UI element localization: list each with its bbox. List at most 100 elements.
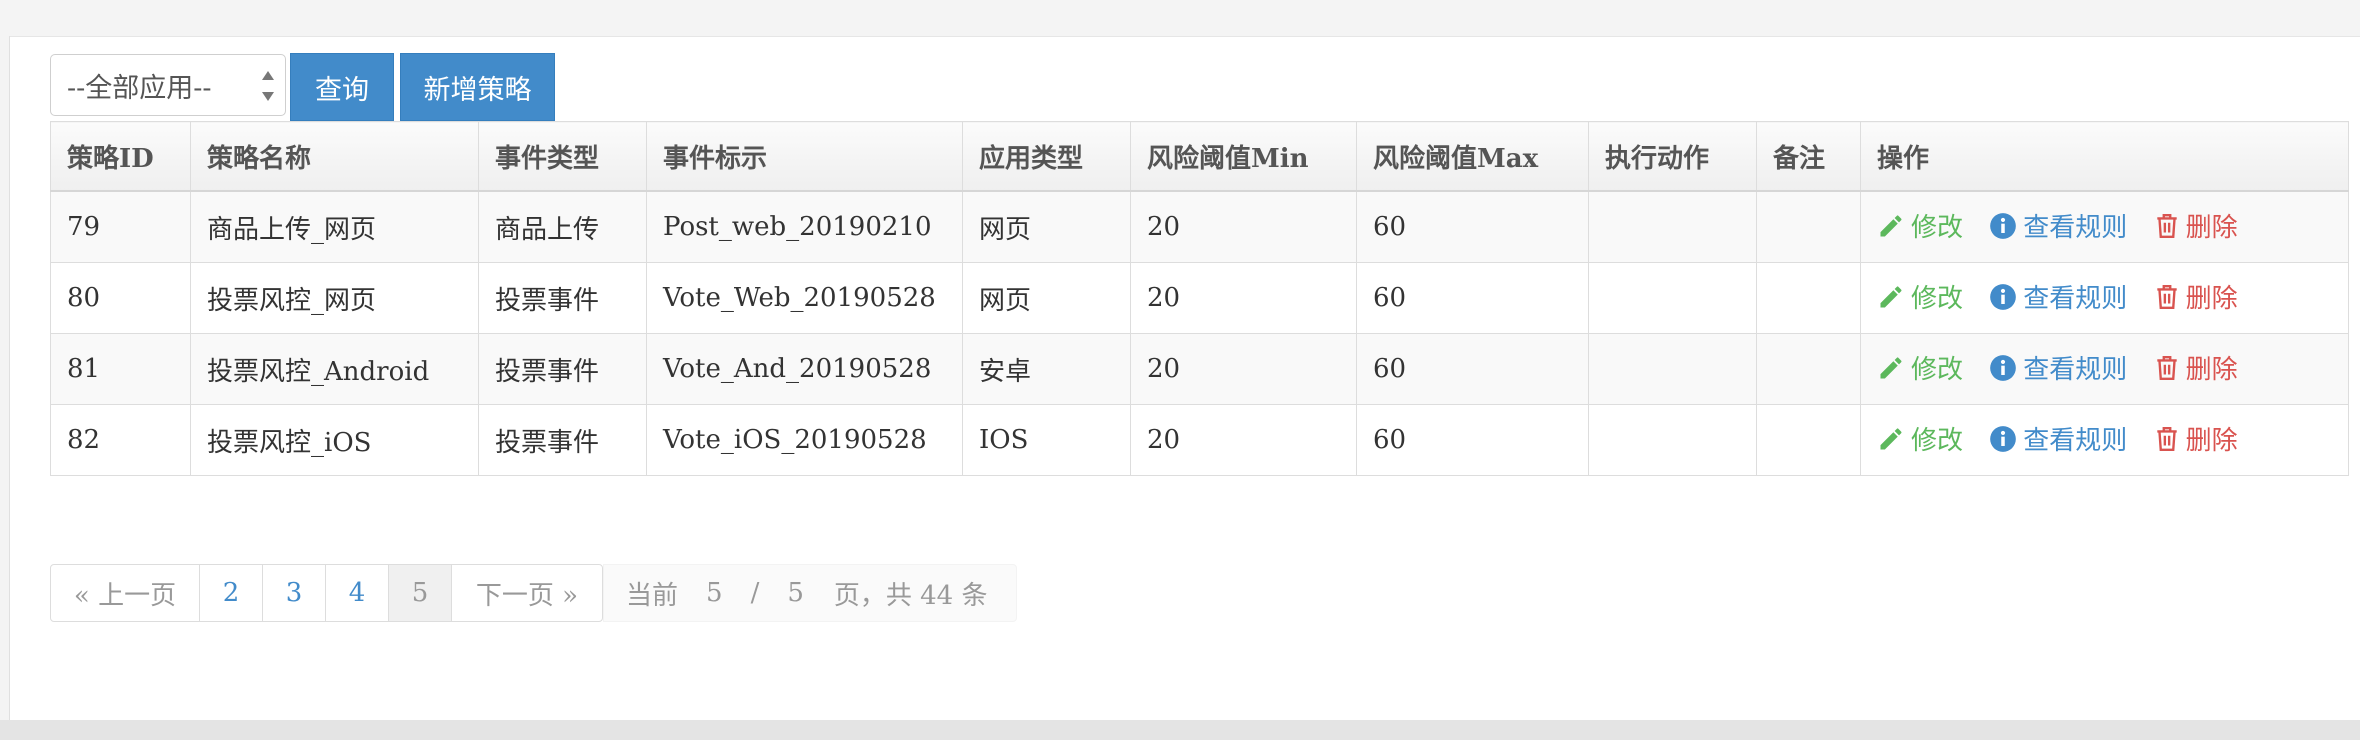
pencil-icon	[1880, 428, 1902, 450]
delete-label: 删除	[2185, 284, 2238, 315]
page-button-2[interactable]: 2	[199, 564, 263, 622]
header-risk-min: 风险阈值Min	[1130, 121, 1357, 192]
edit-link[interactable]: 修改	[1877, 278, 1963, 315]
cell-name: 投票风控_网页	[190, 262, 479, 334]
cell-id: 82	[50, 404, 191, 476]
trash-icon	[2156, 355, 2177, 380]
cell-action	[1588, 262, 1757, 334]
cell-risk-min: 20	[1130, 404, 1357, 476]
cell-event-type: 投票事件	[478, 404, 647, 476]
prev-page-button[interactable]: « 上一页	[50, 564, 200, 622]
cell-app-type: 安卓	[962, 333, 1131, 405]
page-button-3[interactable]: 3	[262, 564, 326, 622]
content-panel: --全部应用-- 查询 新增策略 策略ID 策略名称 事件类型 事件标示 应用类…	[10, 37, 2360, 720]
table-row: 82 投票风控_iOS 投票事件 Vote_iOS_20190528 IOS 2…	[50, 404, 2349, 476]
delete-link[interactable]: 删除	[2154, 349, 2238, 386]
info-icon	[1990, 425, 2017, 452]
page-info: 当前 5 / 5 页，共 44 条	[603, 564, 1017, 622]
cell-name: 投票风控_iOS	[190, 404, 479, 476]
view-rules-label: 查看规则	[2023, 284, 2128, 315]
edit-label: 修改	[1911, 213, 1964, 244]
cell-app-type: 网页	[962, 262, 1131, 334]
cell-risk-max: 60	[1356, 333, 1589, 405]
header-operations: 操作	[1860, 121, 2349, 192]
select-arrows-icon	[261, 71, 275, 101]
next-page-button[interactable]: 下一页 »	[451, 564, 603, 622]
delete-link[interactable]: 删除	[2154, 207, 2238, 244]
header-strategy-id: 策略ID	[50, 121, 191, 192]
cell-remark	[1756, 262, 1861, 334]
delete-label: 删除	[2185, 355, 2238, 386]
top-bar	[0, 0, 2360, 37]
cell-operations: 修改 查看规则 删除	[1860, 190, 2349, 263]
pencil-icon	[1880, 215, 1902, 237]
cell-event-mark: Vote_And_20190528	[646, 333, 963, 405]
pencil-icon	[1880, 286, 1902, 308]
view-rules-label: 查看规则	[2023, 355, 2128, 386]
cell-id: 79	[50, 190, 191, 263]
cell-risk-min: 20	[1130, 262, 1357, 334]
page-info-separator: /	[750, 578, 760, 608]
cell-event-type: 投票事件	[478, 333, 647, 405]
cell-operations: 修改 查看规则 删除	[1860, 404, 2349, 476]
table-row: 81 投票风控_Android 投票事件 Vote_And_20190528 安…	[50, 333, 2349, 405]
cell-event-mark: Vote_Web_20190528	[646, 262, 963, 334]
edit-label: 修改	[1911, 284, 1964, 315]
header-risk-max: 风险阈值Max	[1356, 121, 1589, 192]
page-info-total: 5	[787, 578, 804, 608]
cell-id: 80	[50, 262, 191, 334]
left-sidebar-strip	[0, 36, 10, 720]
info-icon	[1990, 283, 2017, 310]
delete-link[interactable]: 删除	[2154, 420, 2238, 457]
edit-label: 修改	[1911, 355, 1964, 386]
page-button-5-current[interactable]: 5	[388, 564, 452, 622]
cell-remark	[1756, 333, 1861, 405]
cell-name: 投票风控_Android	[190, 333, 479, 405]
cell-risk-max: 60	[1356, 404, 1589, 476]
cell-event-mark: Post_web_20190210	[646, 190, 963, 263]
cell-id: 81	[50, 333, 191, 405]
delete-label: 删除	[2185, 213, 2238, 244]
page-info-current: 5	[706, 578, 723, 608]
trash-icon	[2156, 284, 2177, 309]
cell-operations: 修改 查看规则 删除	[1860, 262, 2349, 334]
cell-app-type: IOS	[962, 404, 1131, 476]
cell-app-type: 网页	[962, 190, 1131, 263]
trash-icon	[2156, 213, 2177, 238]
page-info-prefix: 当前	[626, 580, 679, 611]
delete-link[interactable]: 删除	[2154, 278, 2238, 315]
pencil-icon	[1880, 357, 1902, 379]
header-app-type: 应用类型	[962, 121, 1131, 192]
view-rules-link[interactable]: 查看规则	[1989, 278, 2127, 315]
app-select-value: --全部应用--	[67, 72, 212, 104]
cell-remark	[1756, 190, 1861, 263]
cell-name: 商品上传_网页	[190, 190, 479, 263]
query-button[interactable]: 查询	[290, 53, 394, 121]
trash-icon	[2156, 426, 2177, 451]
delete-label: 删除	[2185, 426, 2238, 457]
table-header-row: 策略ID 策略名称 事件类型 事件标示 应用类型 风险阈值Min 风险阈值Max…	[50, 121, 2349, 192]
cell-event-type: 商品上传	[478, 190, 647, 263]
cell-event-type: 投票事件	[478, 262, 647, 334]
cell-event-mark: Vote_iOS_20190528	[646, 404, 963, 476]
view-rules-link[interactable]: 查看规则	[1989, 207, 2127, 244]
edit-link[interactable]: 修改	[1877, 420, 1963, 457]
header-remark: 备注	[1756, 121, 1861, 192]
view-rules-label: 查看规则	[2023, 426, 2128, 457]
edit-label: 修改	[1911, 426, 1964, 457]
edit-link[interactable]: 修改	[1877, 207, 1963, 244]
pagination: « 上一页 2 3 4 5 下一页 » 当前 5 / 5 页，共 44 条	[50, 564, 1017, 622]
add-strategy-button[interactable]: 新增策略	[400, 53, 555, 121]
page-button-4[interactable]: 4	[325, 564, 389, 622]
cell-action	[1588, 404, 1757, 476]
app-select[interactable]: --全部应用--	[50, 54, 286, 116]
bottom-bar	[0, 720, 2360, 740]
view-rules-link[interactable]: 查看规则	[1989, 349, 2127, 386]
table-row: 79 商品上传_网页 商品上传 Post_web_20190210 网页 20 …	[50, 190, 2349, 263]
cell-risk-max: 60	[1356, 262, 1589, 334]
edit-link[interactable]: 修改	[1877, 349, 1963, 386]
info-icon	[1990, 354, 2017, 381]
view-rules-link[interactable]: 查看规则	[1989, 420, 2127, 457]
header-strategy-name: 策略名称	[190, 121, 479, 192]
header-event-type: 事件类型	[478, 121, 647, 192]
